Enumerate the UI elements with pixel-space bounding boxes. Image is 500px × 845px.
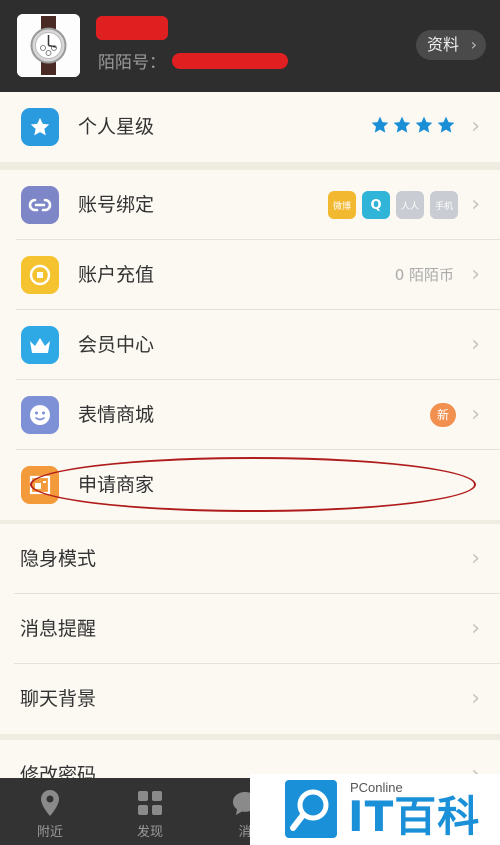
row-label: 会员中心	[78, 334, 155, 356]
smiley-icon	[21, 396, 59, 434]
chevron-right-icon: ›	[471, 332, 480, 357]
coin-balance: 0 陌陌币	[394, 266, 454, 284]
row-label: 聊天背景	[20, 688, 97, 710]
star-icon	[393, 116, 411, 133]
annotation-ellipse	[30, 457, 476, 512]
chevron-right-icon: ›	[471, 114, 480, 139]
chevron-right-icon: ›	[471, 402, 480, 427]
tab-label: 发现	[136, 825, 163, 840]
redacted-momo-id	[172, 53, 288, 69]
weibo-icon[interactable]: 微博	[328, 191, 356, 219]
star-rating	[370, 115, 456, 135]
row-label: 消息提醒	[20, 618, 97, 640]
tab-nearby[interactable]: 附近	[10, 778, 90, 845]
chevron-right-icon: ›	[471, 192, 480, 217]
chevron-right-icon: ›	[471, 616, 480, 641]
profile-button[interactable]: 资料 ›	[416, 30, 486, 60]
profile-button-label: 资料	[427, 35, 460, 54]
chevron-right-icon: ›	[471, 262, 480, 287]
row-account-binding[interactable]: 账号绑定 微博 Q 人人 手机 ›	[0, 170, 500, 240]
row-recharge[interactable]: 账户充值 0 陌陌币 ›	[0, 240, 500, 310]
row-vip-center[interactable]: 会员中心 ›	[0, 310, 500, 380]
crown-icon	[21, 326, 59, 364]
section-gap	[0, 162, 500, 170]
location-pin-icon	[41, 790, 59, 816]
avatar[interactable]	[17, 14, 80, 77]
row-chat-background[interactable]: 聊天背景 ›	[0, 664, 500, 734]
tab-discover[interactable]: 发现	[110, 778, 190, 845]
qq-icon[interactable]: Q	[362, 191, 390, 219]
star-icon	[415, 116, 433, 133]
badge-label: 微博	[332, 201, 351, 212]
row-emoji-store[interactable]: 表情商城 新 ›	[0, 380, 500, 450]
grid-icon	[138, 791, 162, 815]
row-label: 账号绑定	[78, 194, 155, 216]
phone-icon[interactable]: 手机	[430, 191, 458, 219]
coin-icon	[21, 256, 59, 294]
row-label: 个人星级	[78, 116, 155, 138]
row-label: 账户充值	[78, 264, 155, 286]
tab-label: 附近	[36, 825, 63, 840]
row-stealth-mode[interactable]: 隐身模式 ›	[0, 524, 500, 594]
badge-label: 手机	[434, 201, 453, 212]
watch-avatar-icon	[17, 14, 80, 77]
star-icon	[437, 116, 455, 133]
pconline-watermark: PConline IT百科	[250, 774, 500, 845]
row-notifications[interactable]: 消息提醒 ›	[0, 594, 500, 664]
row-label: 隐身模式	[20, 548, 97, 570]
watermark-name: IT百科	[348, 792, 481, 841]
chevron-right-icon: ›	[471, 546, 480, 571]
redacted-username	[96, 16, 168, 40]
star-level-icon	[21, 108, 59, 146]
magnifier-logo-icon	[285, 780, 337, 838]
row-label: 表情商城	[78, 404, 155, 426]
new-badge: 新	[430, 403, 456, 427]
chevron-right-icon: ›	[471, 686, 480, 711]
momo-id-label: 陌陌号：	[98, 53, 166, 73]
chevron-right-icon: ›	[470, 35, 477, 54]
link-icon	[21, 186, 59, 224]
row-star-level[interactable]: 个人星级 ›	[0, 92, 500, 162]
profile-header: 陌陌号： 资料 ›	[0, 0, 500, 92]
badge-label: Q	[370, 197, 382, 213]
renren-icon[interactable]: 人人	[396, 191, 424, 219]
badge-label: 人人	[400, 201, 419, 212]
binding-badges: 微博 Q 人人 手机	[328, 191, 458, 219]
star-icon	[371, 116, 389, 133]
